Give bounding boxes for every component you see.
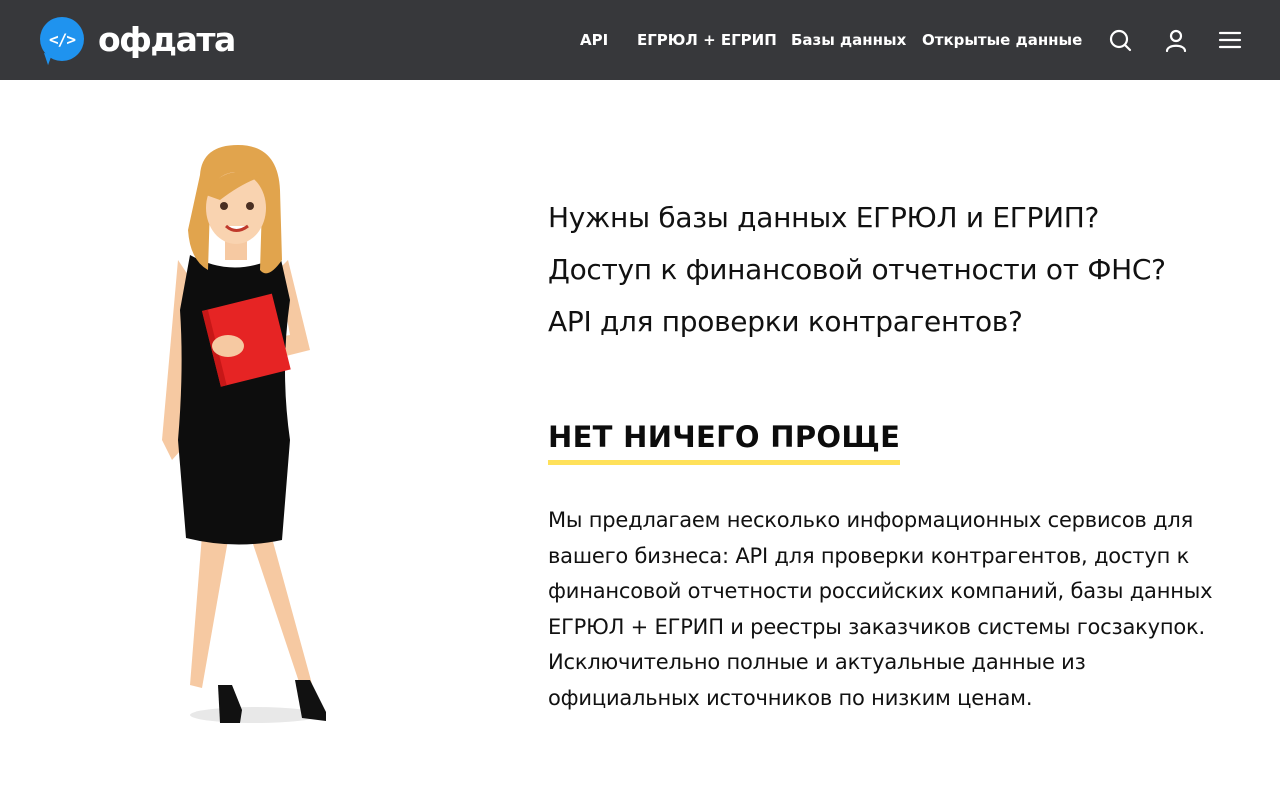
woman-illustration (150, 140, 350, 730)
top-navigation-bar: </> офдата API ЕГРЮЛ + ЕГРИП Базы данных… (0, 0, 1280, 80)
section-heading: НЕТ НИЧЕГО ПРОЩЕ (548, 420, 901, 465)
search-icon[interactable] (1108, 28, 1132, 52)
question-financial-reports: Доступ к финансовой отчетности от ФНС? (548, 253, 1166, 286)
question-api: API для проверки контрагентов? (548, 305, 1023, 338)
logo-link[interactable]: </> офдата (40, 17, 236, 61)
hero-questions: Нужны базы данных ЕГРЮЛ и ЕГРИП? Доступ … (548, 192, 1166, 348)
menu-icon[interactable] (1218, 28, 1242, 52)
logo-text: офдата (98, 19, 236, 59)
question-databases: Нужны базы данных ЕГРЮЛ и ЕГРИП? (548, 201, 1100, 234)
nav-link-api[interactable]: API (580, 31, 608, 49)
nav-link-egrul-egrip[interactable]: ЕГРЮЛ + ЕГРИП (637, 31, 777, 49)
nav-link-open-data[interactable]: Открытые данные (922, 31, 1082, 49)
nav-link-databases[interactable]: Базы данных (791, 31, 906, 49)
code-brackets-icon: </> (40, 17, 84, 61)
user-icon[interactable] (1164, 28, 1188, 52)
hero-description: Мы предлагаем несколько информационных с… (548, 508, 1213, 710)
